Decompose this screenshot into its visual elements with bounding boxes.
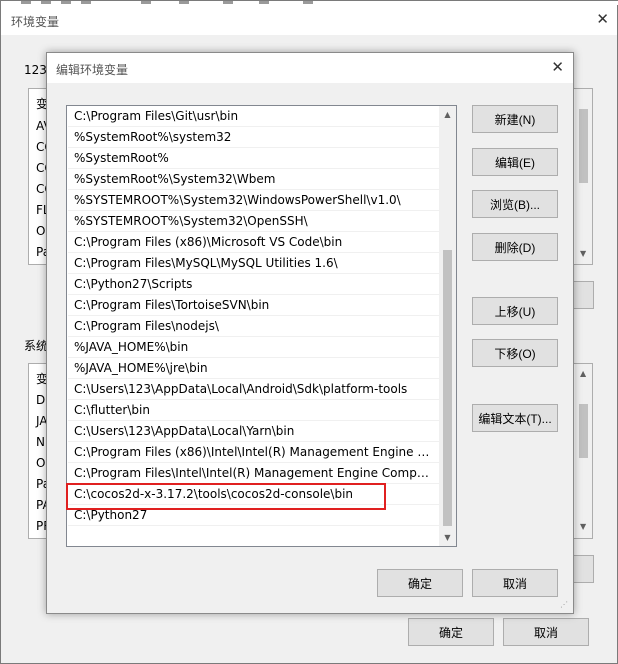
path-text: C:\Users\123\AppData\Local\Yarn\bin (74, 424, 295, 438)
path-text: C:\Python27\Scripts (74, 277, 193, 291)
path-row[interactable]: C:\flutter\bin (68, 400, 440, 421)
scroll-down-icon[interactable]: ▼ (580, 249, 586, 258)
path-text: C:\Program Files (x86)\Intel\Intel(R) Ma… (74, 445, 436, 459)
user-variables-group-label: 123 (24, 63, 47, 77)
path-text: C:\Program Files\MySQL\MySQL Utilities 1… (74, 256, 338, 270)
outer-dialog-title: 环境变量 (11, 15, 60, 29)
edit-close-icon[interactable]: ✕ (551, 59, 564, 75)
inner-title-bar: 编辑环境变量 ✕ (47, 53, 573, 83)
scroll-thumb[interactable] (579, 109, 588, 183)
move-up-button[interactable]: 上移(U) (472, 297, 558, 325)
path-row[interactable]: C:\Program Files\nodejs\ (68, 316, 440, 337)
edit-cancel-button[interactable]: 取消 (472, 569, 558, 597)
path-row[interactable]: %SystemRoot% (68, 148, 440, 169)
scroll-up-icon[interactable]: ▲ (580, 369, 586, 378)
path-row[interactable]: %SYSTEMROOT%\System32\WindowsPowerShell\… (68, 190, 440, 211)
edit-dialog-title: 编辑环境变量 (56, 63, 129, 77)
path-text: %JAVA_HOME%\jre\bin (74, 361, 208, 375)
outer-close-icon[interactable]: ✕ (596, 11, 609, 27)
system-list-scrollbar[interactable]: ▲ ▼ (575, 364, 592, 538)
edit-ok-button[interactable]: 确定 (377, 569, 463, 597)
highlight-annotation (66, 483, 386, 510)
path-text: C:\Program Files\TortoiseSVN\bin (74, 298, 270, 312)
outer-title-bar: 环境变量 ✕ (1, 5, 617, 35)
path-row[interactable]: C:\Python27\Scripts (68, 274, 440, 295)
path-text: C:\Program Files\nodejs\ (74, 319, 219, 333)
path-text: C:\Python27 (74, 508, 148, 522)
path-text: C:\Program Files\Intel\Intel(R) Manageme… (74, 466, 436, 480)
path-row[interactable]: %SystemRoot%\system32 (68, 127, 440, 148)
path-text: %SYSTEMROOT%\System32\WindowsPowerShell\… (74, 193, 401, 207)
path-row[interactable]: %SYSTEMROOT%\System32\OpenSSH\ (68, 211, 440, 232)
new-button[interactable]: 新建(N) (472, 105, 558, 133)
path-text: C:\flutter\bin (74, 403, 150, 417)
browse-button[interactable]: 浏览(B)... (472, 190, 558, 218)
path-row[interactable]: C:\Program Files\TortoiseSVN\bin (68, 295, 440, 316)
path-row[interactable]: C:\Users\123\AppData\Local\Android\Sdk\p… (68, 379, 440, 400)
path-text: %JAVA_HOME%\bin (74, 340, 189, 354)
path-text: %SYSTEMROOT%\System32\OpenSSH\ (74, 214, 308, 228)
path-text: C:\Program Files\Git\usr\bin (74, 109, 239, 123)
path-text: C:\Users\123\AppData\Local\Android\Sdk\p… (74, 382, 408, 396)
path-text: %SystemRoot%\System32\Wbem (74, 172, 276, 186)
path-row[interactable]: C:\Users\123\AppData\Local\Yarn\bin (68, 421, 440, 442)
path-list-scrollbar[interactable]: ▲ ▼ (439, 106, 456, 546)
path-row[interactable]: C:\Program Files (x86)\Intel\Intel(R) Ma… (68, 442, 440, 463)
path-row[interactable]: %SystemRoot%\System32\Wbem (68, 169, 440, 190)
system-variables-group-label: 系统 (24, 339, 49, 353)
path-row[interactable]: C:\Program Files\Git\usr\bin (68, 106, 440, 127)
path-list[interactable]: C:\Program Files\Git\usr\bin %SystemRoot… (66, 105, 457, 547)
delete-button[interactable]: 删除(D) (472, 233, 558, 261)
path-text: %SystemRoot%\system32 (74, 130, 232, 144)
scroll-down-icon[interactable]: ▼ (580, 522, 586, 531)
scroll-up-icon[interactable]: ▲ (439, 106, 456, 123)
scroll-down-icon[interactable]: ▼ (439, 529, 456, 546)
path-row[interactable]: %JAVA_HOME%\bin (68, 337, 440, 358)
path-text: %SystemRoot% (74, 151, 169, 165)
path-row[interactable]: C:\Program Files\MySQL\MySQL Utilities 1… (68, 253, 440, 274)
edit-button[interactable]: 编辑(E) (472, 148, 558, 176)
move-down-button[interactable]: 下移(O) (472, 339, 558, 367)
outer-ok-button[interactable]: 确定 (408, 618, 494, 646)
resize-grip-icon[interactable]: ⋰ (560, 600, 570, 610)
user-list-scrollbar[interactable]: ▼ (575, 89, 592, 264)
path-row[interactable]: C:\Program Files\Intel\Intel(R) Manageme… (68, 463, 440, 484)
outer-cancel-button[interactable]: 取消 (503, 618, 589, 646)
path-text: C:\Program Files (x86)\Microsoft VS Code… (74, 235, 343, 249)
edit-environment-variable-dialog: 编辑环境变量 ✕ C:\Program Files\Git\usr\bin %S… (46, 52, 574, 614)
path-row[interactable]: C:\Program Files (x86)\Microsoft VS Code… (68, 232, 440, 253)
scroll-thumb[interactable] (579, 404, 588, 458)
scroll-thumb[interactable] (443, 250, 452, 526)
edit-text-button[interactable]: 编辑文本(T)... (472, 404, 558, 432)
path-row[interactable]: %JAVA_HOME%\jre\bin (68, 358, 440, 379)
